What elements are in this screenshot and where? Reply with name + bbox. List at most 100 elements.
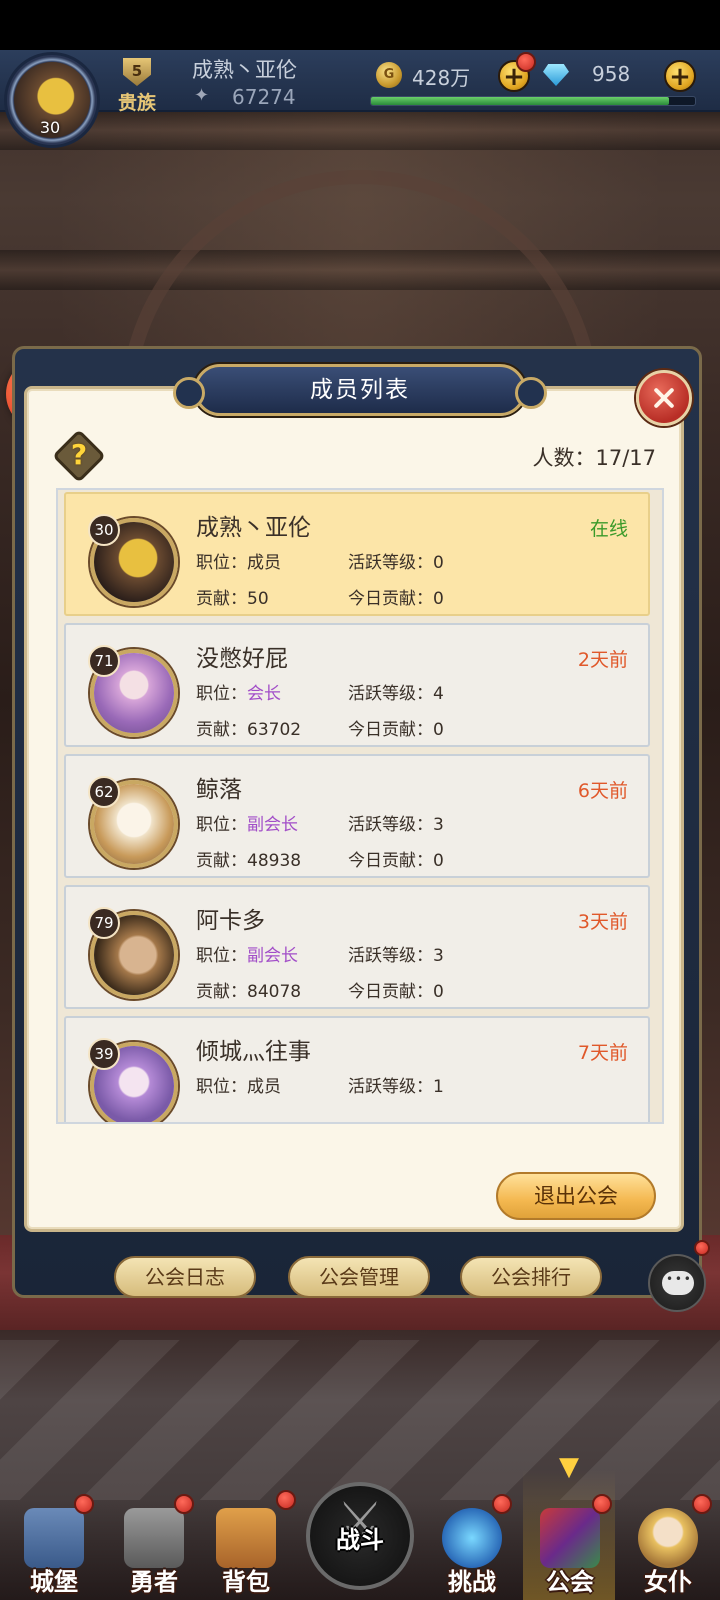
nav-challenge[interactable]: 挑战 <box>422 1500 522 1600</box>
help-button[interactable]: ? <box>52 429 106 483</box>
member-contribution: 贡献：50 <box>196 589 269 609</box>
gold-amount: 428万 <box>412 66 471 90</box>
member-position: 职位：成员 <box>196 1072 281 1097</box>
member-count: 人数：17/17 <box>532 446 656 470</box>
chat-bubble-icon <box>662 1271 694 1295</box>
member-status: 2天前 <box>577 649 628 671</box>
member-level-badge: 62 <box>88 776 120 808</box>
player-name: 成熟丶亚伦 <box>192 58 297 82</box>
nav-heroes[interactable]: 勇者 <box>104 1500 204 1600</box>
vip-level: 5 <box>131 62 143 80</box>
nav-label: 背包 <box>222 1568 270 1596</box>
guild-log-tab[interactable]: 公会日志 <box>114 1256 256 1298</box>
member-activity: 活跃等级：0 <box>348 553 444 573</box>
member-contribution: 贡献：63702 <box>196 720 302 740</box>
nav-label: 挑战 <box>448 1568 496 1596</box>
quit-guild-button[interactable]: 退出公会 <box>496 1172 656 1220</box>
position-label: 职位： <box>196 815 247 835</box>
member-row-self[interactable]: 30 成熟丶亚伦 在线 职位：成员 活跃等级：0 贡献：50 今日贡献：0 <box>64 492 650 616</box>
chat-button[interactable] <box>648 1254 706 1312</box>
position-value: 副会长 <box>247 815 298 835</box>
member-name: 没憋好屁 <box>196 646 288 672</box>
question-icon: ? <box>70 438 88 471</box>
player-power: 67274 <box>232 85 296 109</box>
notification-dot <box>174 1494 194 1514</box>
gem-amount: 958 <box>592 62 631 86</box>
helmet-icon <box>124 1508 184 1568</box>
position-value: 成员 <box>247 553 281 573</box>
guild-ranking-tab[interactable]: 公会排行 <box>460 1256 602 1298</box>
position-label: 职位： <box>196 553 247 573</box>
member-activity: 活跃等级：4 <box>348 684 444 704</box>
member-status: 7天前 <box>577 1042 628 1064</box>
member-today-contribution: 今日贡献：0 <box>348 589 444 609</box>
close-button[interactable] <box>636 370 692 426</box>
panel-title: 成员列表 <box>310 377 410 403</box>
guild-manage-tab[interactable]: 公会管理 <box>288 1256 430 1298</box>
member-name: 阿卡多 <box>196 908 265 934</box>
notification-dot <box>74 1494 94 1514</box>
guild-shield-icon <box>540 1508 600 1568</box>
position-label: 职位： <box>196 1077 247 1097</box>
nav-castle[interactable]: 城堡 <box>4 1500 104 1600</box>
member-level-badge: 71 <box>88 645 120 677</box>
nav-label: 公会 <box>546 1568 594 1596</box>
member-row[interactable]: 71 没憋好屁 2天前 职位：会长 活跃等级：4 贡献：63702 今日贡献：0 <box>64 623 650 747</box>
notification-dot <box>694 1240 710 1256</box>
notification-dot <box>492 1494 512 1514</box>
member-position: 职位：副会长 <box>196 810 298 835</box>
member-row[interactable]: 62 鲸落 6天前 职位：副会长 活跃等级：3 贡献：48938 今日贡献：0 <box>64 754 650 878</box>
vip-badge[interactable]: 5 贵族 <box>104 58 170 114</box>
notification-dot <box>276 1490 296 1510</box>
add-gems-button[interactable]: + <box>664 60 696 92</box>
position-value: 成员 <box>247 1077 281 1097</box>
member-activity: 活跃等级：1 <box>348 1077 444 1097</box>
member-today-contribution: 今日贡献：0 <box>348 982 444 1002</box>
notification-dot <box>592 1494 612 1514</box>
vip-label: 贵族 <box>117 92 156 114</box>
member-activity: 活跃等级：3 <box>348 946 444 966</box>
experience-bar <box>370 96 696 106</box>
member-name: 成熟丶亚伦 <box>196 515 311 541</box>
nav-label: 城堡 <box>30 1568 78 1596</box>
arrow-down-icon: ▼ <box>559 1452 579 1482</box>
castle-icon <box>24 1508 84 1568</box>
chest-icon <box>216 1508 276 1568</box>
member-position: 职位：副会长 <box>196 941 298 966</box>
member-list[interactable]: 30 成熟丶亚伦 在线 职位：成员 活跃等级：0 贡献：50 今日贡献：0 71… <box>56 488 664 1124</box>
nav-maid[interactable]: 女仆 <box>618 1500 718 1600</box>
experience-fill <box>371 97 670 105</box>
member-status: 6天前 <box>577 780 628 802</box>
member-level-badge: 39 <box>88 1038 120 1070</box>
member-today-contribution: 今日贡献：0 <box>348 720 444 740</box>
nav-guild[interactable]: 公会 <box>520 1500 620 1600</box>
position-label: 职位： <box>196 684 247 704</box>
nav-label: 女仆 <box>644 1568 692 1596</box>
nav-label: 勇者 <box>130 1568 178 1596</box>
panel-title-banner: 成员列表 <box>173 364 547 416</box>
power-icon: ✦ <box>194 85 210 106</box>
player-level: 30 <box>39 118 61 137</box>
system-status-bar <box>0 0 720 50</box>
notification-dot <box>516 52 536 72</box>
member-name: 倾城灬往事 <box>196 1039 311 1065</box>
maid-portrait-icon <box>638 1508 698 1568</box>
member-level-badge: 30 <box>88 514 120 546</box>
nav-backpack[interactable]: 背包 <box>196 1500 296 1600</box>
position-value: 会长 <box>247 684 281 704</box>
gold-coin-icon: G <box>376 62 402 88</box>
member-status: 3天前 <box>577 911 628 933</box>
notification-dot <box>692 1494 712 1514</box>
member-today-contribution: 今日贡献：0 <box>348 851 444 871</box>
member-name: 鲸落 <box>196 777 242 803</box>
member-position: 职位：成员 <box>196 548 281 573</box>
member-row[interactable]: 79 阿卡多 3天前 职位：副会长 活跃等级：3 贡献：84078 今日贡献：0 <box>64 885 650 1009</box>
position-label: 职位： <box>196 946 247 966</box>
member-status: 在线 <box>589 518 628 540</box>
member-activity: 活跃等级：3 <box>348 815 444 835</box>
member-level-badge: 79 <box>88 907 120 939</box>
member-row[interactable]: 39 倾城灬往事 7天前 职位：成员 活跃等级：1 <box>64 1016 650 1122</box>
battle-label: 战斗 <box>336 1526 384 1554</box>
position-value: 副会长 <box>247 946 298 966</box>
ceiling-beam <box>0 110 720 150</box>
